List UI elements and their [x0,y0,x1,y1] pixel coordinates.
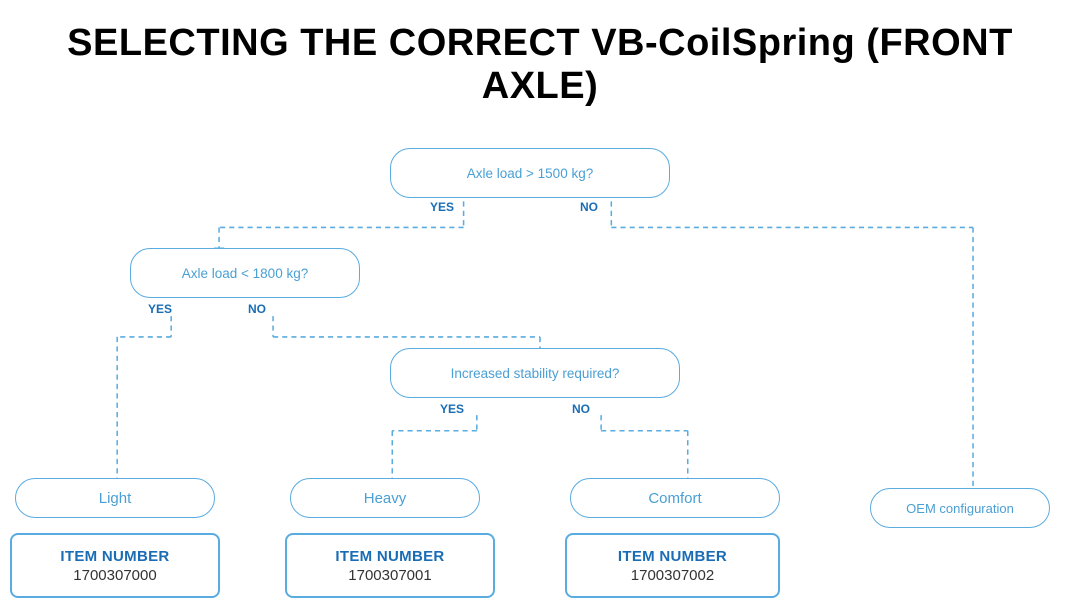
q3-label: Increased stability required? [451,366,620,381]
diagram-area: Axle load > 1500 kg? YES NO Axle load < … [0,118,1080,608]
q1-yes-label: YES [430,200,454,214]
q2-yes-label: YES [148,302,172,316]
q1-label: Axle load > 1500 kg? [467,166,593,181]
question-2: Axle load < 1800 kg? [130,248,360,298]
main-title: SELECTING THE CORRECT VB-CoilSpring (FRO… [0,0,1080,118]
result-oem: OEM configuration [870,488,1050,528]
item-box-0: ITEM NUMBER 1700307000 [10,533,220,598]
item0-number: 1700307000 [73,567,156,584]
result-light: Light [15,478,215,518]
result-heavy: Heavy [290,478,480,518]
item1-label: ITEM NUMBER [335,548,444,565]
r-light-label: Light [99,490,132,507]
q1-no-label: NO [580,200,598,214]
item-box-2: ITEM NUMBER 1700307002 [565,533,780,598]
item-box-1: ITEM NUMBER 1700307001 [285,533,495,598]
q2-label: Axle load < 1800 kg? [182,266,308,281]
q2-no-label: NO [248,302,266,316]
q3-no-label: NO [572,402,590,416]
result-comfort: Comfort [570,478,780,518]
r-oem-label: OEM configuration [906,501,1014,516]
q3-yes-label: YES [440,402,464,416]
item1-number: 1700307001 [348,567,431,584]
item2-label: ITEM NUMBER [618,548,727,565]
item0-label: ITEM NUMBER [60,548,169,565]
item2-number: 1700307002 [631,567,714,584]
question-1: Axle load > 1500 kg? [390,148,670,198]
question-3: Increased stability required? [390,348,680,398]
r-comfort-label: Comfort [648,490,701,507]
r-heavy-label: Heavy [364,490,407,507]
